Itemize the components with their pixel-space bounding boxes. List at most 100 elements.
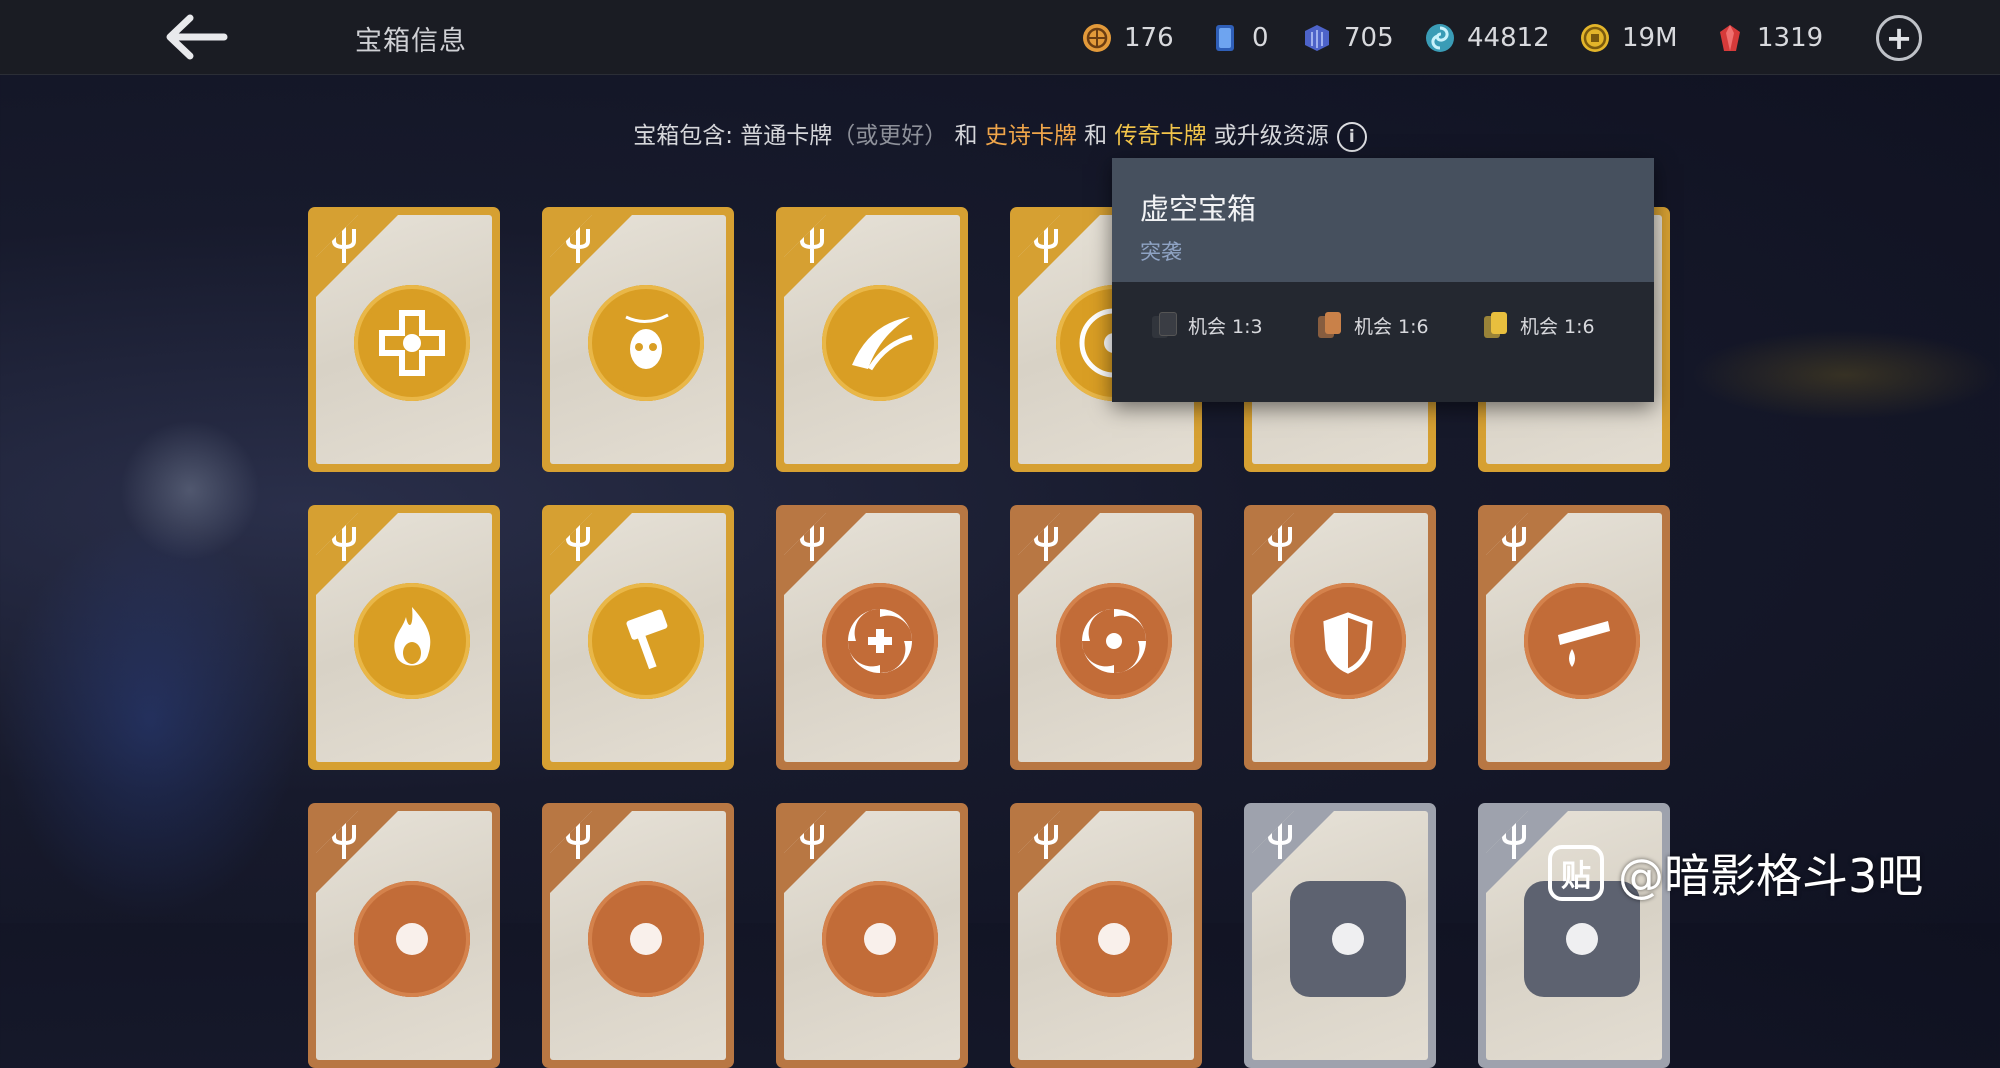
info-prefix: 宝箱包含: 普通卡牌 bbox=[633, 123, 833, 149]
card-emblem bbox=[354, 285, 470, 401]
card-face bbox=[784, 811, 960, 1060]
common-card-icon bbox=[1152, 310, 1178, 340]
card-gold[interactable] bbox=[308, 207, 500, 472]
watermark-text: @暗影格斗3吧 bbox=[1618, 849, 1924, 903]
card-emblem bbox=[588, 583, 704, 699]
odds-label: 机会 1:3 bbox=[1188, 315, 1263, 338]
blue-gem-icon bbox=[1300, 21, 1334, 55]
epic-card-icon bbox=[1318, 310, 1344, 340]
trident-icon bbox=[332, 821, 356, 859]
trident-icon bbox=[566, 821, 590, 859]
info-and: 和 bbox=[1076, 123, 1115, 149]
background-glow bbox=[1690, 330, 2000, 420]
card-face bbox=[1252, 513, 1428, 762]
info-suffix: 或升级资源 bbox=[1206, 123, 1329, 149]
watermark: 贴 @暗影格斗3吧 bbox=[1548, 840, 1923, 906]
card-emblem-icon bbox=[1332, 923, 1364, 955]
blue-card-count: 0 bbox=[1252, 23, 1269, 53]
trident-icon bbox=[566, 225, 590, 263]
card-emblem bbox=[1056, 881, 1172, 997]
trident-icon bbox=[1034, 821, 1058, 859]
card-gold[interactable] bbox=[776, 207, 968, 472]
trident-icon bbox=[800, 225, 824, 263]
odds-label: 机会 1:6 bbox=[1520, 315, 1595, 338]
essence-swirl-icon bbox=[1423, 21, 1457, 55]
blade-drop-icon bbox=[1558, 621, 1610, 667]
card-emblem bbox=[1524, 583, 1640, 699]
chest-tooltip: 虚空宝箱 突袭 机会 1:3 机会 1:6 机会 1:6 bbox=[1112, 158, 1654, 402]
card-bronze[interactable] bbox=[1010, 803, 1202, 1068]
card-bronze[interactable] bbox=[1478, 505, 1670, 770]
trident-icon bbox=[800, 523, 824, 561]
card-emblem-icon bbox=[1098, 923, 1130, 955]
add-currency-button[interactable]: + bbox=[1876, 15, 1922, 61]
odds-epic: 机会 1:6 bbox=[1318, 310, 1484, 340]
card-face bbox=[1252, 811, 1428, 1060]
card-bronze[interactable] bbox=[308, 803, 500, 1068]
trident-icon bbox=[1034, 225, 1058, 263]
essence-count: 44812 bbox=[1467, 23, 1550, 53]
resource-essence: 44812 bbox=[1423, 18, 1550, 58]
orb-coin-count: 176 bbox=[1124, 23, 1174, 53]
trident-icon bbox=[566, 523, 590, 561]
card-bronze[interactable] bbox=[1010, 505, 1202, 770]
card-face bbox=[316, 215, 492, 464]
trident-icon bbox=[332, 523, 356, 561]
info-and: 和 bbox=[947, 123, 985, 149]
card-emblem bbox=[588, 285, 704, 401]
info-legendary: 传奇卡牌 bbox=[1114, 123, 1207, 149]
card-emblem bbox=[822, 881, 938, 997]
card-bronze[interactable] bbox=[776, 803, 968, 1068]
card-gold[interactable] bbox=[542, 207, 734, 472]
drop-odds: 机会 1:3 机会 1:6 机会 1:6 bbox=[1112, 310, 1654, 340]
card-emblem bbox=[1290, 583, 1406, 699]
slash-icon bbox=[852, 317, 913, 371]
blue-card-icon bbox=[1208, 21, 1242, 55]
card-bronze[interactable] bbox=[1244, 505, 1436, 770]
heal-swirl-icon bbox=[847, 608, 913, 674]
card-bronze[interactable] bbox=[542, 803, 734, 1068]
card-emblem bbox=[1056, 583, 1172, 699]
card-bronze[interactable] bbox=[776, 505, 968, 770]
resource-blue-gem: 705 bbox=[1300, 18, 1394, 58]
card-face bbox=[550, 811, 726, 1060]
gold-coin-count: 19M bbox=[1622, 23, 1678, 53]
chest-contents-info: 宝箱包含: 普通卡牌（或更好） 和 史诗卡牌 和 传奇卡牌 或升级资源 i bbox=[0, 116, 2000, 152]
card-emblem-icon bbox=[1566, 923, 1598, 955]
card-emblem bbox=[354, 583, 470, 699]
page-title: 宝箱信息 bbox=[355, 26, 467, 57]
card-silver[interactable] bbox=[1244, 803, 1436, 1068]
back-button[interactable] bbox=[160, 10, 232, 64]
card-face bbox=[784, 513, 960, 762]
gold-coin-icon bbox=[1578, 21, 1612, 55]
card-gold[interactable] bbox=[308, 505, 500, 770]
info-or-better: （或更好） bbox=[832, 123, 948, 149]
legendary-card-icon bbox=[1484, 310, 1510, 340]
back-arrow-icon bbox=[166, 14, 228, 60]
healing-cross-icon bbox=[379, 310, 445, 376]
card-emblem-icon bbox=[396, 923, 428, 955]
card-face bbox=[784, 215, 960, 464]
odds-label: 机会 1:6 bbox=[1354, 315, 1429, 338]
ruby-icon bbox=[1713, 21, 1747, 55]
info-icon[interactable]: i bbox=[1336, 121, 1367, 152]
plus-icon: + bbox=[1885, 19, 1913, 57]
card-emblem-icon bbox=[630, 923, 662, 955]
tooltip-header: 虚空宝箱 突袭 bbox=[1112, 158, 1654, 282]
ruby-count: 1319 bbox=[1757, 23, 1824, 53]
card-emblem-icon bbox=[864, 923, 896, 955]
flame-face-icon bbox=[394, 607, 431, 666]
resource-gold-coin: 19M bbox=[1578, 18, 1678, 58]
sun-shield-icon bbox=[1323, 612, 1373, 674]
card-emblem bbox=[822, 285, 938, 401]
card-face bbox=[316, 513, 492, 762]
trident-icon bbox=[800, 821, 824, 859]
trident-icon bbox=[1034, 523, 1058, 561]
card-gold[interactable] bbox=[542, 505, 734, 770]
trident-icon bbox=[332, 225, 356, 263]
card-face bbox=[316, 811, 492, 1060]
hammer-icon bbox=[626, 609, 668, 670]
card-face bbox=[1018, 513, 1194, 762]
trident-icon bbox=[1502, 523, 1526, 561]
tieba-logo-icon: 贴 bbox=[1548, 845, 1604, 901]
